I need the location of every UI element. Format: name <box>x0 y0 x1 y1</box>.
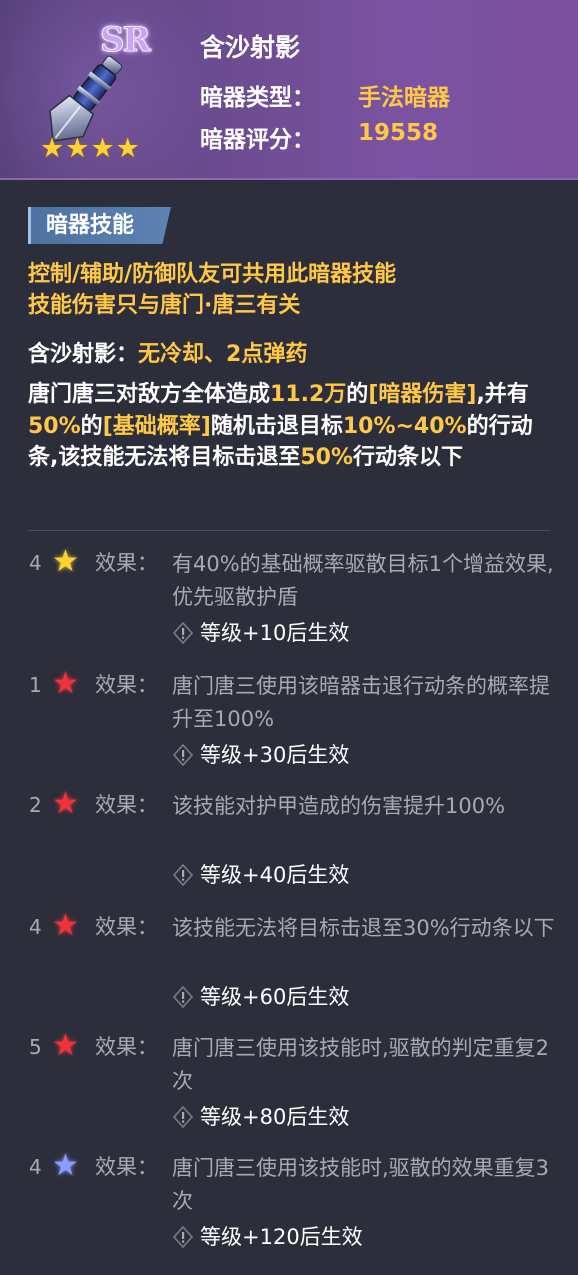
highlight-text: 10%~40% <box>342 413 467 439</box>
red-star-icon: ★ <box>52 908 79 943</box>
effect-row: 1 ★ 效果： 唐门唐三使用该暗器击退行动条的概率提升至100% 等级+30后生效 <box>0 666 578 770</box>
score-value: 19558 <box>358 120 439 146</box>
skill-description: 唐门唐三对敌方全体造成11.2万的[暗器伤害],并有50%的[基础概率]随机击退… <box>28 379 558 474</box>
requirement-text: 等级+40后生效 <box>200 863 350 887</box>
effect-requirement: 等级+30后生效 <box>172 740 349 770</box>
type-value: 手法暗器 <box>358 85 450 111</box>
gold-star-icon: ★ <box>52 544 79 579</box>
description-text: 的 <box>80 413 103 439</box>
effect-label: 效果： <box>95 915 158 939</box>
effect-star-count: 4 <box>29 551 42 575</box>
lock-diamond-icon <box>172 1106 194 1128</box>
effect-row: 4 ★ 效果： 该技能无法将目标击退至30%行动条以下等级+60后生效 <box>0 908 578 1012</box>
effect-description: 有40%的基础概率驱散目标1个增益效果,优先驱散护盾 <box>172 552 554 609</box>
description-text: 唐门唐三对敌方全体造成 <box>28 382 271 407</box>
effect-label: 效果： <box>95 1035 158 1059</box>
divider <box>28 530 550 531</box>
gold-star-icon: ★ <box>65 133 90 164</box>
star-rating: ★ ★ ★ ★ <box>40 134 140 164</box>
effect-description: 该技能无法将目标击退至30%行动条以下 <box>172 916 555 940</box>
effect-star-count: 1 <box>29 673 42 697</box>
effect-description: 唐门唐三使用该暗器击退行动条的概率提升至100% <box>172 674 550 731</box>
effect-label: 效果： <box>95 551 158 575</box>
skill-sub-info: 无冷却、2点弹药 <box>138 342 308 367</box>
type-label: 暗器类型： <box>200 85 315 111</box>
share-notice: 控制/辅助/防御队友可共用此暗器技能 <box>28 262 397 287</box>
lock-diamond-icon <box>172 864 194 886</box>
highlight-text: 11.2万 <box>270 382 347 407</box>
effect-description: 唐门唐三使用该技能时,驱散的判定重复2次 <box>172 1036 550 1093</box>
effect-row: 4 ★ 效果： 有40%的基础概率驱散目标1个增益效果,优先驱散护盾等级+10后生效 <box>0 544 578 648</box>
effect-description: 该技能对护甲造成的伤害提升100% <box>172 794 506 818</box>
effect-requirement: 等级+40后生效 <box>172 860 349 890</box>
effect-star-count: 4 <box>29 915 42 939</box>
requirement-text: 等级+120后生效 <box>200 1225 363 1249</box>
effect-requirement: 等级+60后生效 <box>172 982 349 1012</box>
effect-label: 效果： <box>95 793 158 817</box>
red-star-icon: ★ <box>52 1028 79 1063</box>
effect-star-count: 5 <box>29 1035 42 1059</box>
score-label: 暗器评分： <box>200 127 315 153</box>
requirement-text: 等级+10后生效 <box>200 621 350 645</box>
effect-requirement: 等级+10后生效 <box>172 618 349 648</box>
item-header: SR ★ ★ ★ ★ 含沙射影 暗器类型： 手法暗器 暗器评分： 19558 <box>0 0 578 180</box>
skill-subtitle: 含沙射影：无冷却、2点弹药 <box>28 339 307 370</box>
effect-requirement: 等级+80后生效 <box>172 1102 349 1132</box>
requirement-text: 等级+80后生效 <box>200 1105 350 1129</box>
gold-star-icon: ★ <box>90 133 115 164</box>
description-text: 随机击退目标 <box>210 413 343 439</box>
lock-diamond-icon <box>172 744 194 766</box>
effect-star-count: 4 <box>29 1155 42 1179</box>
lock-diamond-icon <box>172 986 194 1008</box>
highlight-text: 50% <box>300 445 354 470</box>
item-name: 含沙射影 <box>200 33 301 62</box>
description-text: 行动条以下 <box>353 445 464 470</box>
gold-star-icon: ★ <box>40 133 65 164</box>
effect-row: 2 ★ 效果： 该技能对护甲造成的伤害提升100% 等级+40后生效 <box>0 786 578 890</box>
description-text: ,并有 <box>476 382 529 407</box>
effect-row: 5 ★ 效果： 唐门唐三使用该技能时,驱散的判定重复2次等级+80后生效 <box>0 1028 578 1132</box>
highlight-text: [暗器伤害] <box>368 382 477 407</box>
section-tag-skill: 暗器技能 <box>28 207 171 244</box>
highlight-text: 50% <box>28 413 81 439</box>
item-icon[interactable]: SR ★ ★ ★ ★ <box>28 20 151 172</box>
effect-label: 效果： <box>95 1155 158 1179</box>
requirement-text: 等级+30后生效 <box>200 743 350 767</box>
effect-label: 效果： <box>95 673 158 697</box>
lock-diamond-icon <box>172 622 194 644</box>
effect-description: 唐门唐三使用该技能时,驱散的效果重复3次 <box>172 1156 550 1213</box>
red-star-icon: ★ <box>52 666 79 701</box>
effect-requirement: 等级+120后生效 <box>172 1222 363 1252</box>
blue-star-icon: ★ <box>52 1148 79 1183</box>
effect-row: 4 ★ 效果： 唐门唐三使用该技能时,驱散的效果重复3次等级+120后生效 <box>0 1148 578 1252</box>
requirement-text: 等级+60后生效 <box>200 985 350 1009</box>
effect-star-count: 2 <box>29 793 42 817</box>
highlight-text: [基础概率] <box>102 413 211 439</box>
skill-sub-name: 含沙射影： <box>28 342 139 367</box>
red-star-icon: ★ <box>52 786 79 821</box>
description-text: 的 <box>346 382 369 407</box>
damage-notice: 技能伤害只与唐门·唐三有关 <box>28 293 301 318</box>
gold-star-icon: ★ <box>115 133 140 164</box>
lock-diamond-icon <box>172 1226 194 1248</box>
